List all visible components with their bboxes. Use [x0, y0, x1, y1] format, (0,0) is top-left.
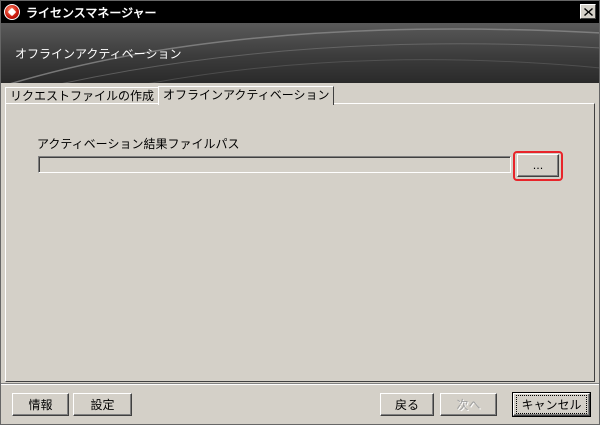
activation-result-path-input[interactable]	[38, 156, 511, 173]
cancel-button-label: キャンセル	[516, 395, 587, 414]
info-button[interactable]: 情報	[12, 393, 69, 416]
close-icon	[583, 7, 593, 16]
browse-button[interactable]: ...	[517, 154, 559, 177]
tab-strip: リクエストファイルの作成 オフラインアクティベーション	[5, 86, 335, 105]
license-manager-window: ライセンスマネージャー オフラインアクティベーション リクエストファイルの作成 …	[0, 0, 600, 425]
back-button[interactable]: 戻る	[380, 393, 434, 416]
next-button[interactable]: 次へ	[440, 393, 497, 416]
close-button[interactable]	[580, 4, 596, 19]
cancel-button[interactable]: キャンセル	[512, 392, 591, 417]
title-bar[interactable]: ライセンスマネージャー	[1, 1, 599, 23]
banner-title: オフラインアクティベーション	[15, 47, 182, 61]
activation-result-path-label: アクティベーション結果ファイルパス	[37, 137, 240, 151]
license-manager-icon	[4, 4, 20, 20]
tab-offline-activation[interactable]: オフラインアクティベーション	[158, 86, 335, 105]
footer-divider	[1, 383, 599, 385]
settings-button[interactable]: 設定	[73, 393, 132, 416]
tab-create-request-file[interactable]: リクエストファイルの作成	[5, 87, 160, 104]
header-banner: オフラインアクティベーション	[1, 23, 599, 83]
window-title: ライセンスマネージャー	[26, 5, 157, 20]
